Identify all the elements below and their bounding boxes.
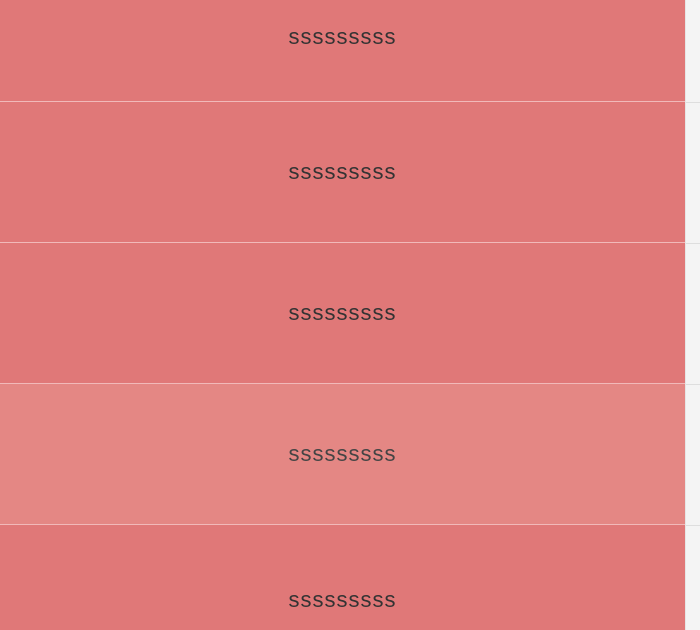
- track-divider: [686, 102, 700, 103]
- app-viewport: sssssssss sssssssss sssssssss sssssssss …: [0, 0, 700, 630]
- list-item-label: sssssssss: [288, 441, 397, 466]
- list-item[interactable]: sssssssss: [0, 384, 685, 525]
- list-item-label: sssssssss: [288, 24, 397, 49]
- list-item-label: sssssssss: [288, 300, 397, 325]
- list-item[interactable]: sssssssss: [0, 0, 685, 102]
- list-item-label: sssssssss: [288, 159, 397, 184]
- track-divider: [686, 243, 700, 244]
- list-item[interactable]: sssssssss: [0, 525, 685, 630]
- track-divider: [686, 384, 700, 385]
- track-divider: [686, 525, 700, 526]
- list-item[interactable]: sssssssss: [0, 243, 685, 384]
- scrollbar-track[interactable]: [685, 0, 700, 630]
- list-item-label: sssssssss: [288, 587, 397, 612]
- item-list[interactable]: sssssssss sssssssss sssssssss sssssssss …: [0, 0, 685, 630]
- list-item[interactable]: sssssssss: [0, 102, 685, 243]
